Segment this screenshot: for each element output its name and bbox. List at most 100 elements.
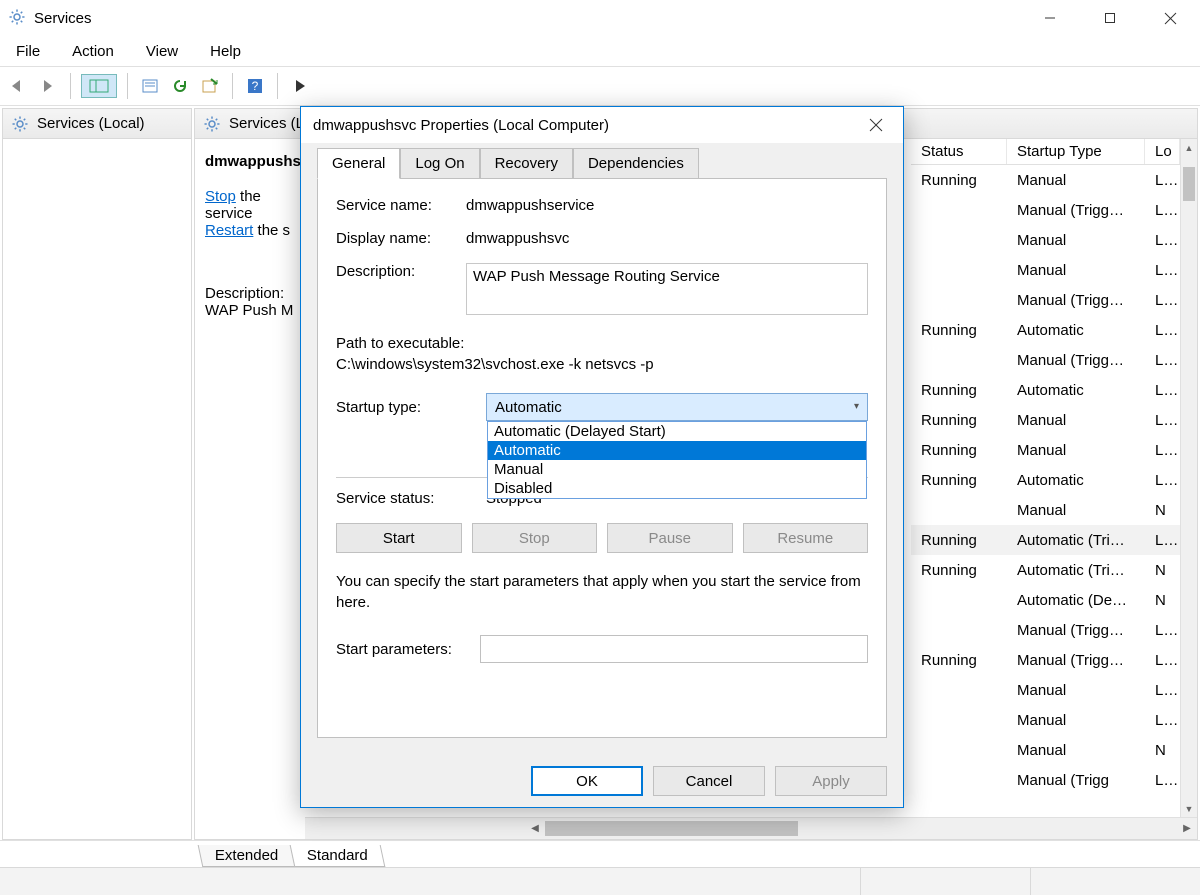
stop-service-link[interactable]: Stop <box>205 188 236 205</box>
back-button[interactable] <box>6 74 30 98</box>
start-button[interactable]: Start <box>336 523 462 553</box>
display-name-label: Display name: <box>336 230 466 247</box>
table-row[interactable]: ManualLo <box>911 705 1180 735</box>
maximize-button[interactable] <box>1080 0 1140 36</box>
horizontal-scrollbar[interactable]: ◀ ▶ <box>305 817 1197 839</box>
toolbar-divider <box>277 73 278 99</box>
ok-button[interactable]: OK <box>531 766 643 796</box>
cell-logon: Lo <box>1145 352 1180 369</box>
cell-startup: Automatic <box>1007 322 1145 339</box>
menu-help[interactable]: Help <box>204 39 247 64</box>
cancel-button[interactable]: Cancel <box>653 766 765 796</box>
table-row[interactable]: Manual (Trigg…Lo <box>911 195 1180 225</box>
description-text: WAP Push M <box>205 302 295 319</box>
statusbar <box>0 867 1200 895</box>
table-row[interactable]: ManualLo <box>911 225 1180 255</box>
menu-view[interactable]: View <box>140 39 184 64</box>
tab-dependencies[interactable]: Dependencies <box>573 148 699 179</box>
tree-root-item[interactable]: Services (Local) <box>3 109 191 139</box>
table-row[interactable]: ManualLo <box>911 675 1180 705</box>
cell-logon: N <box>1145 592 1180 609</box>
cell-logon: Lo <box>1145 262 1180 279</box>
description-heading: Description: <box>205 285 295 302</box>
tab-extended[interactable]: Extended <box>198 845 296 867</box>
cell-startup: Automatic <box>1007 472 1145 489</box>
table-row[interactable]: RunningManualLo <box>911 165 1180 195</box>
tab-general[interactable]: General <box>317 148 400 179</box>
vertical-scrollbar[interactable]: ▲ ▼ <box>1180 139 1197 817</box>
cell-startup: Manual <box>1007 262 1145 279</box>
scroll-up-icon[interactable]: ▲ <box>1181 139 1197 156</box>
menu-action[interactable]: Action <box>66 39 120 64</box>
table-row[interactable]: Manual (Trigg…Lo <box>911 345 1180 375</box>
description-textarea[interactable]: WAP Push Message Routing Service <box>466 263 868 315</box>
col-logon[interactable]: Lo <box>1145 139 1180 164</box>
path-value: C:\windows\system32\svchost.exe -k netsv… <box>336 356 868 373</box>
table-row[interactable]: ManualN <box>911 495 1180 525</box>
scroll-right-icon[interactable]: ▶ <box>1177 818 1197 839</box>
table-row[interactable]: ManualLo <box>911 255 1180 285</box>
table-row[interactable]: RunningAutomatic (Tri…Lo <box>911 525 1180 555</box>
description-label: Description: <box>336 263 466 280</box>
minimize-button[interactable] <box>1020 0 1080 36</box>
start-service-button[interactable] <box>288 74 312 98</box>
startup-option[interactable]: Manual <box>488 460 866 479</box>
tab-logon[interactable]: Log On <box>400 148 479 179</box>
table-row[interactable]: RunningManualLo <box>911 405 1180 435</box>
table-row[interactable]: Manual (Trigg…Lo <box>911 615 1180 645</box>
cell-logon: Lo <box>1145 202 1180 219</box>
service-name-value: dmwappushservice <box>466 197 868 214</box>
restart-suffix: the s <box>253 222 290 239</box>
cell-startup: Manual (Trigg… <box>1007 652 1145 669</box>
table-row[interactable]: RunningAutomaticLo <box>911 315 1180 345</box>
table-row[interactable]: Manual (TriggLo <box>911 765 1180 795</box>
export-button[interactable] <box>198 74 222 98</box>
cell-status: Running <box>911 532 1007 549</box>
col-startup[interactable]: Startup Type <box>1007 139 1145 164</box>
col-status[interactable]: Status <box>911 139 1007 164</box>
cell-startup: Manual <box>1007 502 1145 519</box>
tab-recovery[interactable]: Recovery <box>480 148 573 179</box>
cell-logon: Lo <box>1145 232 1180 249</box>
properties-button[interactable] <box>138 74 162 98</box>
cell-startup: Automatic (Tri… <box>1007 562 1145 579</box>
cell-startup: Manual <box>1007 682 1145 699</box>
table-row[interactable]: Manual (Trigg…Lo <box>911 285 1180 315</box>
cell-status: Running <box>911 562 1007 579</box>
apply-button[interactable]: Apply <box>775 766 887 796</box>
close-button[interactable] <box>1140 0 1200 36</box>
startup-option[interactable]: Disabled <box>488 479 866 498</box>
tree-pane: Services (Local) <box>2 108 192 840</box>
resume-button[interactable]: Resume <box>743 523 869 553</box>
table-row[interactable]: ManualN <box>911 735 1180 765</box>
table-row[interactable]: RunningManual (Trigg…Lo <box>911 645 1180 675</box>
scroll-thumb[interactable] <box>1183 167 1195 201</box>
scroll-down-icon[interactable]: ▼ <box>1181 800 1197 817</box>
startup-option[interactable]: Automatic (Delayed Start) <box>488 422 866 441</box>
cell-startup: Manual <box>1007 412 1145 429</box>
stop-button[interactable]: Stop <box>472 523 598 553</box>
restart-service-link[interactable]: Restart <box>205 222 253 239</box>
startup-type-combobox[interactable]: Automatic ▾ Automatic (Delayed Start)Aut… <box>486 393 868 421</box>
table-row[interactable]: RunningManualLo <box>911 435 1180 465</box>
startup-option[interactable]: Automatic <box>488 441 866 460</box>
cell-logon: Lo <box>1145 532 1180 549</box>
table-row[interactable]: RunningAutomaticLo <box>911 465 1180 495</box>
cell-logon: Lo <box>1145 682 1180 699</box>
help-button[interactable]: ? <box>243 74 267 98</box>
show-hide-tree-button[interactable] <box>81 74 117 98</box>
table-row[interactable]: RunningAutomatic (Tri…N <box>911 555 1180 585</box>
forward-button[interactable] <box>36 74 60 98</box>
pause-button[interactable]: Pause <box>607 523 733 553</box>
refresh-button[interactable] <box>168 74 192 98</box>
service-detail-panel: dmwappushsvc Stop the service Restart th… <box>195 139 305 839</box>
svg-text:?: ? <box>252 79 259 93</box>
hscroll-thumb[interactable] <box>545 821 798 836</box>
table-row[interactable]: RunningAutomaticLo <box>911 375 1180 405</box>
table-row[interactable]: Automatic (De…N <box>911 585 1180 615</box>
start-params-input[interactable] <box>480 635 868 663</box>
tab-standard[interactable]: Standard <box>290 845 386 867</box>
menu-file[interactable]: File <box>10 39 46 64</box>
dialog-close-button[interactable] <box>861 110 891 140</box>
scroll-left-icon[interactable]: ◀ <box>525 818 545 839</box>
